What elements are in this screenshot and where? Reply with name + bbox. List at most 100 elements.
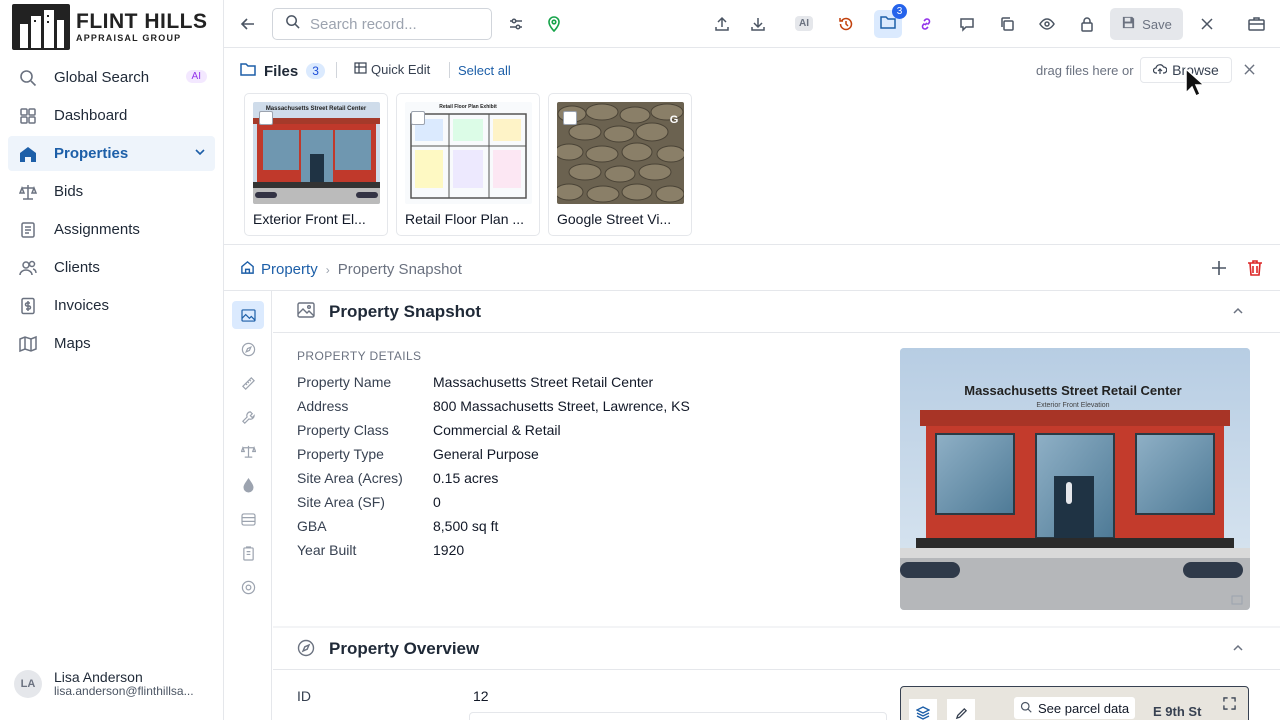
sidebar-item-invoices[interactable]: Invoices: [8, 288, 215, 323]
detail-value[interactable]: 800 Massachusetts Street, Lawrence, KS: [433, 398, 690, 414]
overview-field[interactable]: [469, 712, 887, 720]
scale-icon[interactable]: [232, 437, 264, 465]
compass-icon[interactable]: [232, 335, 264, 363]
pencil-icon[interactable]: [947, 699, 975, 720]
comments-icon[interactable]: [955, 12, 979, 36]
thumbnail-label: Exterior Front El...: [253, 211, 366, 227]
file-thumbnails: Massachusetts Street Retail Center Exter…: [244, 93, 700, 236]
detail-value[interactable]: 0.15 acres: [433, 470, 498, 486]
detail-value[interactable]: Massachusetts Street Retail Center: [433, 374, 653, 390]
sidebar-item-clients[interactable]: Clients: [8, 250, 215, 285]
thumbnail-checkbox[interactable]: [411, 111, 425, 125]
detail-key: Site Area (Acres): [297, 470, 403, 486]
chevron-down-icon[interactable]: [193, 145, 207, 163]
user-email: lisa.anderson@flinthillsa...: [54, 684, 194, 699]
detail-row: Property Type General Purpose: [297, 442, 690, 466]
cloud-upload-icon: [1153, 62, 1168, 78]
parcel-map[interactable]: See parcel data E 9th St: [900, 686, 1249, 720]
droplet-icon[interactable]: [232, 471, 264, 499]
close-files-icon[interactable]: [1244, 62, 1255, 80]
select-all-link[interactable]: Select all: [458, 63, 511, 78]
eye-icon[interactable]: [1035, 12, 1059, 36]
sidebar-item-label: Bids: [54, 183, 84, 200]
brand-logo[interactable]: FLINT HILLS APPRAISAL GROUP: [12, 4, 207, 50]
svg-text:G: G: [670, 114, 679, 126]
detail-value[interactable]: 8,500 sq ft: [433, 518, 498, 534]
search-icon: [1020, 701, 1032, 716]
clipboard-icon[interactable]: [232, 539, 264, 567]
detail-key: Property Type: [297, 446, 384, 462]
sidebar-item-assignments[interactable]: Assignments: [8, 212, 215, 247]
upload-icon[interactable]: [710, 12, 734, 36]
grid-icon: [354, 62, 367, 77]
wrench-icon[interactable]: [232, 403, 264, 431]
sidebar: FLINT HILLS APPRAISAL GROUP Global Searc…: [0, 0, 224, 720]
user-profile[interactable]: LA Lisa Anderson lisa.anderson@flinthill…: [14, 669, 194, 699]
breadcrumb-current: Property Snapshot: [337, 261, 462, 278]
history-icon[interactable]: [834, 12, 858, 36]
chevron-up-icon[interactable]: [1231, 641, 1245, 660]
copy-icon[interactable]: [995, 12, 1019, 36]
ruler-icon[interactable]: [232, 369, 264, 397]
filter-sliders-icon[interactable]: [504, 12, 528, 36]
chevron-up-icon[interactable]: [1231, 304, 1245, 323]
search-box[interactable]: [272, 8, 492, 40]
close-icon[interactable]: [1195, 12, 1219, 36]
detail-row: Property Name Massachusetts Street Retail…: [297, 370, 690, 394]
detail-row: Property Class Commercial & Retail: [297, 418, 690, 442]
photo-subtitle: Exterior Front Elevation: [1036, 402, 1109, 409]
fullscreen-icon[interactable]: [1223, 697, 1236, 715]
download-icon[interactable]: [746, 12, 770, 36]
ai-button[interactable]: AI: [795, 16, 813, 31]
sidebar-item-dashboard[interactable]: Dashboard: [8, 98, 215, 133]
detail-key: GBA: [297, 518, 327, 534]
image-icon: [297, 302, 315, 323]
back-arrow-icon[interactable]: [236, 12, 260, 36]
database-icon[interactable]: [232, 505, 264, 533]
section-header-snapshot[interactable]: Property Snapshot: [273, 291, 1280, 333]
search-input[interactable]: [310, 15, 480, 33]
sidebar-item-label: Assignments: [54, 221, 140, 238]
divider: [336, 62, 337, 78]
sidebar-item-bids[interactable]: Bids: [8, 174, 215, 209]
file-card[interactable]: G Google Street Vi...: [548, 93, 692, 236]
image-icon[interactable]: [232, 301, 264, 329]
detail-value[interactable]: 1920: [433, 542, 464, 558]
file-card[interactable]: Massachusetts Street Retail Center Exter…: [244, 93, 388, 236]
detail-value[interactable]: Commercial & Retail: [433, 422, 561, 438]
files-count: 3: [306, 63, 325, 79]
location-pin-icon[interactable]: [542, 12, 566, 36]
breadcrumb-root[interactable]: Property: [240, 260, 318, 279]
compass-icon: [297, 639, 315, 662]
link-icon[interactable]: [914, 12, 938, 36]
save-icon: [1121, 15, 1136, 33]
brand-title: FLINT HILLS: [76, 10, 208, 33]
layers-icon[interactable]: [909, 699, 937, 720]
file-card[interactable]: Retail Floor Plan Exhibit Retail Floor P…: [396, 93, 540, 236]
detail-row: Address 800 Massachusetts Street, Lawrenc…: [297, 394, 690, 418]
detail-value[interactable]: General Purpose: [433, 446, 539, 462]
detail-value[interactable]: 0: [433, 494, 441, 510]
sidebar-item-global-search[interactable]: Global Search AI: [8, 60, 215, 95]
home-icon: [240, 260, 255, 279]
save-button[interactable]: Save: [1110, 8, 1183, 40]
detail-row: Site Area (Acres) 0.15 acres: [297, 466, 690, 490]
lock-icon[interactable]: [1075, 12, 1099, 36]
logo-mark: [12, 4, 70, 50]
invoice-icon: [18, 296, 38, 316]
detail-row: Site Area (SF) 0: [297, 490, 690, 514]
parcel-search[interactable]: See parcel data: [1014, 697, 1136, 719]
sidebar-item-maps[interactable]: Maps: [8, 326, 215, 361]
briefcase-icon[interactable]: [1244, 12, 1268, 36]
quick-edit-label: Quick Edit: [371, 62, 431, 77]
thumbnail-checkbox[interactable]: [563, 111, 577, 125]
settings-icon[interactable]: [232, 573, 264, 601]
section-header-overview[interactable]: Property Overview: [273, 628, 1280, 670]
property-photo[interactable]: Massachusetts Street Retail Center Exter…: [900, 348, 1250, 610]
sidebar-item-properties[interactable]: Properties: [8, 136, 215, 171]
plus-icon[interactable]: [1209, 258, 1229, 283]
street-label: E 9th St: [1153, 704, 1202, 719]
quick-edit-button[interactable]: Quick Edit: [354, 62, 430, 77]
trash-icon[interactable]: [1246, 258, 1264, 283]
thumbnail-checkbox[interactable]: [259, 111, 273, 125]
